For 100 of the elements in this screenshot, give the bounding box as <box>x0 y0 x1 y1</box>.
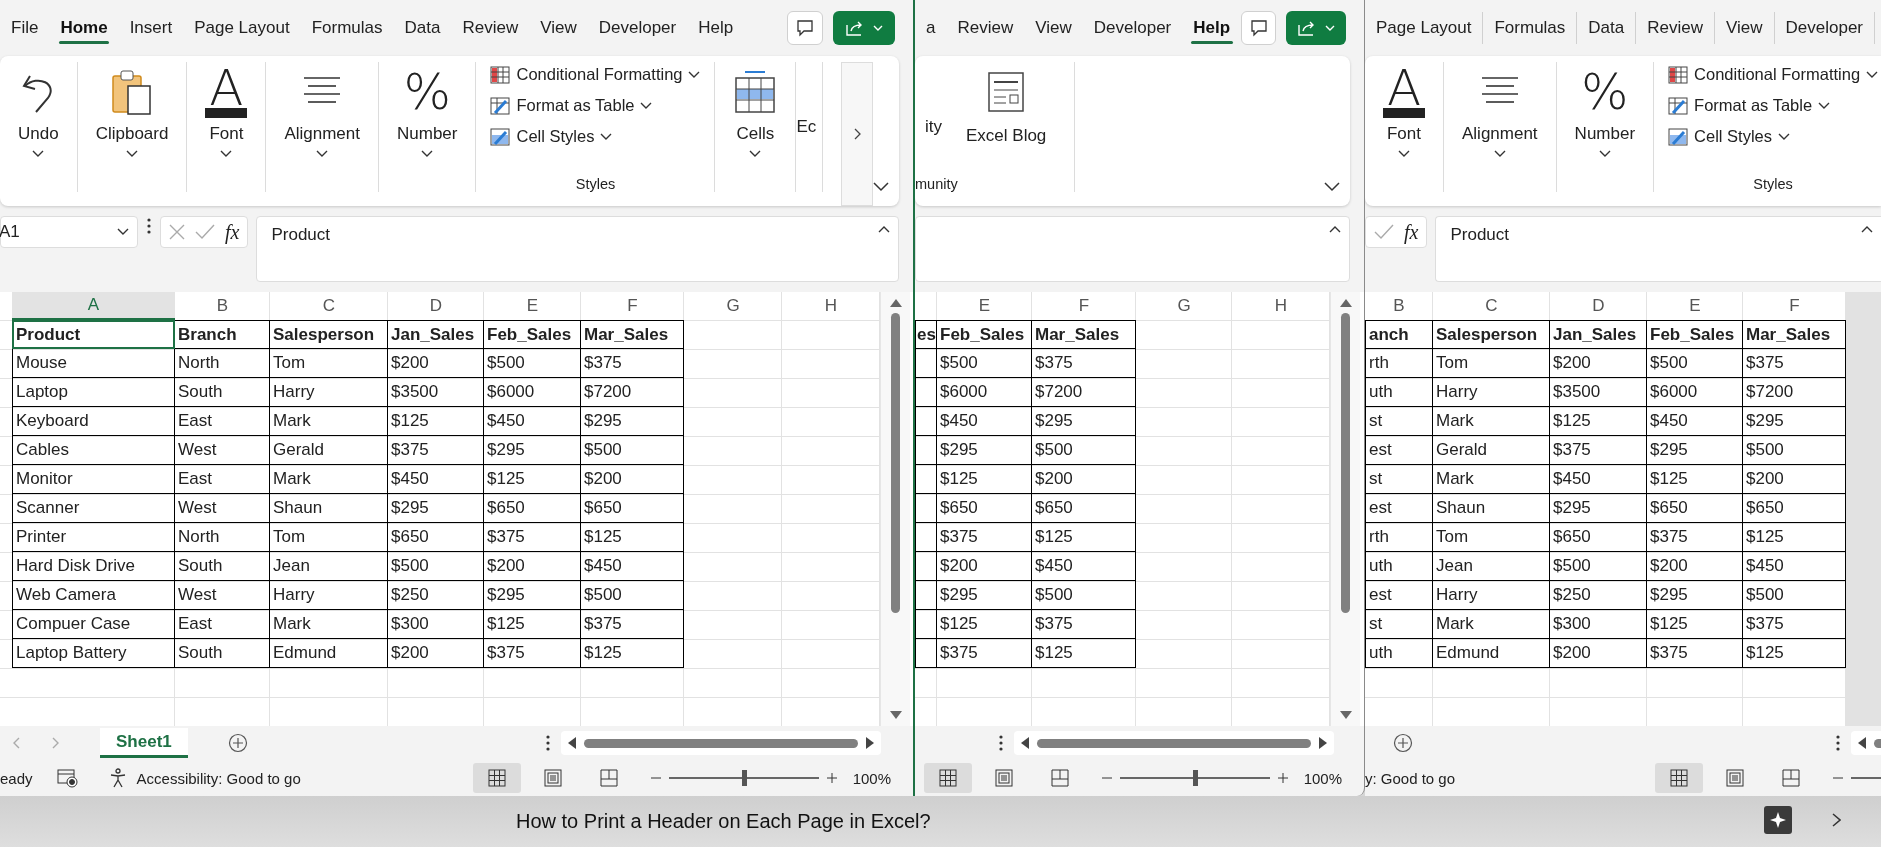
insert-function-button[interactable]: fx <box>1404 220 1419 244</box>
ribbon-tab[interactable]: Review <box>451 12 530 44</box>
ribbon-button[interactable]: % Number <box>1556 62 1654 192</box>
ribbon-tab[interactable]: a <box>915 12 947 44</box>
ribbon-button[interactable]: Alignment <box>266 62 378 192</box>
table-cell: Mark <box>1433 610 1550 639</box>
ribbon-tab[interactable]: File <box>0 12 50 44</box>
table-cell: $295 <box>484 581 581 610</box>
font-glyph: A <box>1386 66 1422 110</box>
column-header[interactable]: C <box>270 292 388 320</box>
ribbon-tab[interactable]: Help <box>687 12 745 44</box>
table-cell: Mouse <box>12 349 175 378</box>
ribbon-menu-button[interactable]: Format as Table <box>486 93 657 118</box>
table-cell: $375 <box>937 639 1032 668</box>
table-cell: $650 <box>388 523 484 552</box>
ribbon-button[interactable]: Ec <box>796 62 823 137</box>
table-cell: st <box>1365 610 1433 639</box>
ribbon-tab[interactable]: Formulas <box>300 12 394 44</box>
table-cell: South <box>175 639 270 668</box>
ribbon-tab[interactable]: Developer <box>587 12 688 44</box>
ribbon-button[interactable]: Undo <box>0 62 77 192</box>
table-cell: $250 <box>388 581 484 610</box>
ribbon-button[interactable]: A Font <box>1365 62 1443 192</box>
formula-field[interactable]: Product <box>256 216 899 282</box>
ribbon-button[interactable]: ity <box>925 62 948 137</box>
ribbon-tab[interactable]: Review <box>946 12 1025 44</box>
ribbon-tab[interactable]: View <box>529 12 588 44</box>
table-cell: $375 <box>388 436 484 465</box>
ribbon-tab[interactable]: Home <box>49 12 119 44</box>
column-header[interactable]: E <box>937 292 1032 320</box>
ribbon-tab[interactable]: Developer <box>1774 12 1876 44</box>
accessibility-status[interactable]: Accessibility: Good to go <box>136 769 301 787</box>
ribbon-button[interactable]: A Font <box>187 62 266 192</box>
table-cell: Laptop <box>12 378 175 407</box>
header-cell: Mar_Sales <box>1743 320 1846 349</box>
column-header[interactable]: F <box>581 292 684 320</box>
formula-field[interactable]: Product <box>1435 216 1881 282</box>
ribbon-tab[interactable]: Data <box>1577 12 1637 44</box>
header-cell: Salesperson <box>1433 320 1550 349</box>
column-header[interactable]: F <box>1032 292 1136 320</box>
table-cell: Jean <box>270 552 388 581</box>
column-header[interactable]: G <box>1136 292 1232 320</box>
table-cell: East <box>175 407 270 436</box>
ribbon-button[interactable]: Excel Blog <box>948 62 1065 152</box>
header-cell: Branch <box>175 320 270 349</box>
ribbon-tab[interactable]: Developer <box>1082 12 1183 44</box>
table-cell: $3500 <box>1550 378 1647 407</box>
table-cell: $200 <box>1032 465 1136 494</box>
ribbon-tab[interactable]: View <box>1024 12 1083 44</box>
ribbon-tab[interactable]: View <box>1715 12 1775 44</box>
column-header[interactable]: B <box>1365 292 1433 320</box>
column-header[interactable]: D <box>1550 292 1647 320</box>
table-cell: $500 <box>1743 581 1846 610</box>
ribbon-tab[interactable]: Review <box>1636 12 1715 44</box>
ribbon-button[interactable]: Cells <box>715 62 796 192</box>
ribbon-tab[interactable]: Page Layout <box>1365 12 1484 44</box>
column-header[interactable]: A <box>12 292 175 320</box>
table-cell: $450 <box>388 465 484 494</box>
ribbon-tab[interactable]: Insert <box>118 12 184 44</box>
column-header[interactable]: F <box>1743 292 1846 320</box>
table-cell: $200 <box>484 552 581 581</box>
header-cell: Mar_Sales <box>1032 320 1136 349</box>
column-header[interactable]: H <box>1232 292 1330 320</box>
column-header[interactable]: H <box>782 292 880 320</box>
column-header[interactable]: G <box>684 292 782 320</box>
table-cell: $125 <box>937 465 1032 494</box>
header-cell: Feb_Sales <box>937 320 1032 349</box>
ribbon-menu-button[interactable]: Format as Table <box>1664 93 1835 118</box>
status-text: eady <box>0 769 33 787</box>
table-cell: uth <box>1365 378 1433 407</box>
ribbon-button[interactable]: % Number <box>379 62 476 192</box>
ribbon-menu-button[interactable]: Cell Styles <box>486 124 617 149</box>
table-cell: Tom <box>270 349 388 378</box>
table-cell: $375 <box>1743 349 1846 378</box>
ribbon-button[interactable]: Alignment <box>1444 62 1556 192</box>
table-cell: $200 <box>388 349 484 378</box>
table-cell: $500 <box>1743 436 1846 465</box>
table-cell: $6000 <box>937 378 1032 407</box>
ribbon-menu-button[interactable]: Conditional Formatting <box>1664 62 1881 87</box>
table-cell: Mark <box>270 407 388 436</box>
table-cell: Harry <box>270 581 388 610</box>
table-cell: $200 <box>937 552 1032 581</box>
ribbon-tab[interactable]: Help <box>1182 12 1242 44</box>
insert-function-button[interactable]: fx <box>225 220 240 244</box>
column-header[interactable]: E <box>1647 292 1743 320</box>
sheet-tab[interactable]: Sheet1 <box>100 728 188 758</box>
table-cell: Shaun <box>270 494 388 523</box>
table-cell: Gerald <box>1433 436 1550 465</box>
ribbon-menu-button[interactable]: Conditional Formatting <box>486 62 705 87</box>
column-header[interactable]: C <box>1433 292 1550 320</box>
ribbon-tab[interactable]: Data <box>393 12 452 44</box>
table-cell: $650 <box>1647 494 1743 523</box>
column-header[interactable]: B <box>175 292 270 320</box>
ribbon-tab[interactable]: Formulas <box>1483 12 1578 44</box>
ribbon-button[interactable]: Clipboard <box>77 62 187 192</box>
column-header[interactable]: D <box>388 292 484 320</box>
ribbon-tab[interactable]: Page Layout <box>183 12 301 44</box>
ribbon-menu-button[interactable]: Cell Styles <box>1664 124 1795 149</box>
column-header[interactable]: E <box>484 292 581 320</box>
table-cell: $375 <box>484 523 581 552</box>
